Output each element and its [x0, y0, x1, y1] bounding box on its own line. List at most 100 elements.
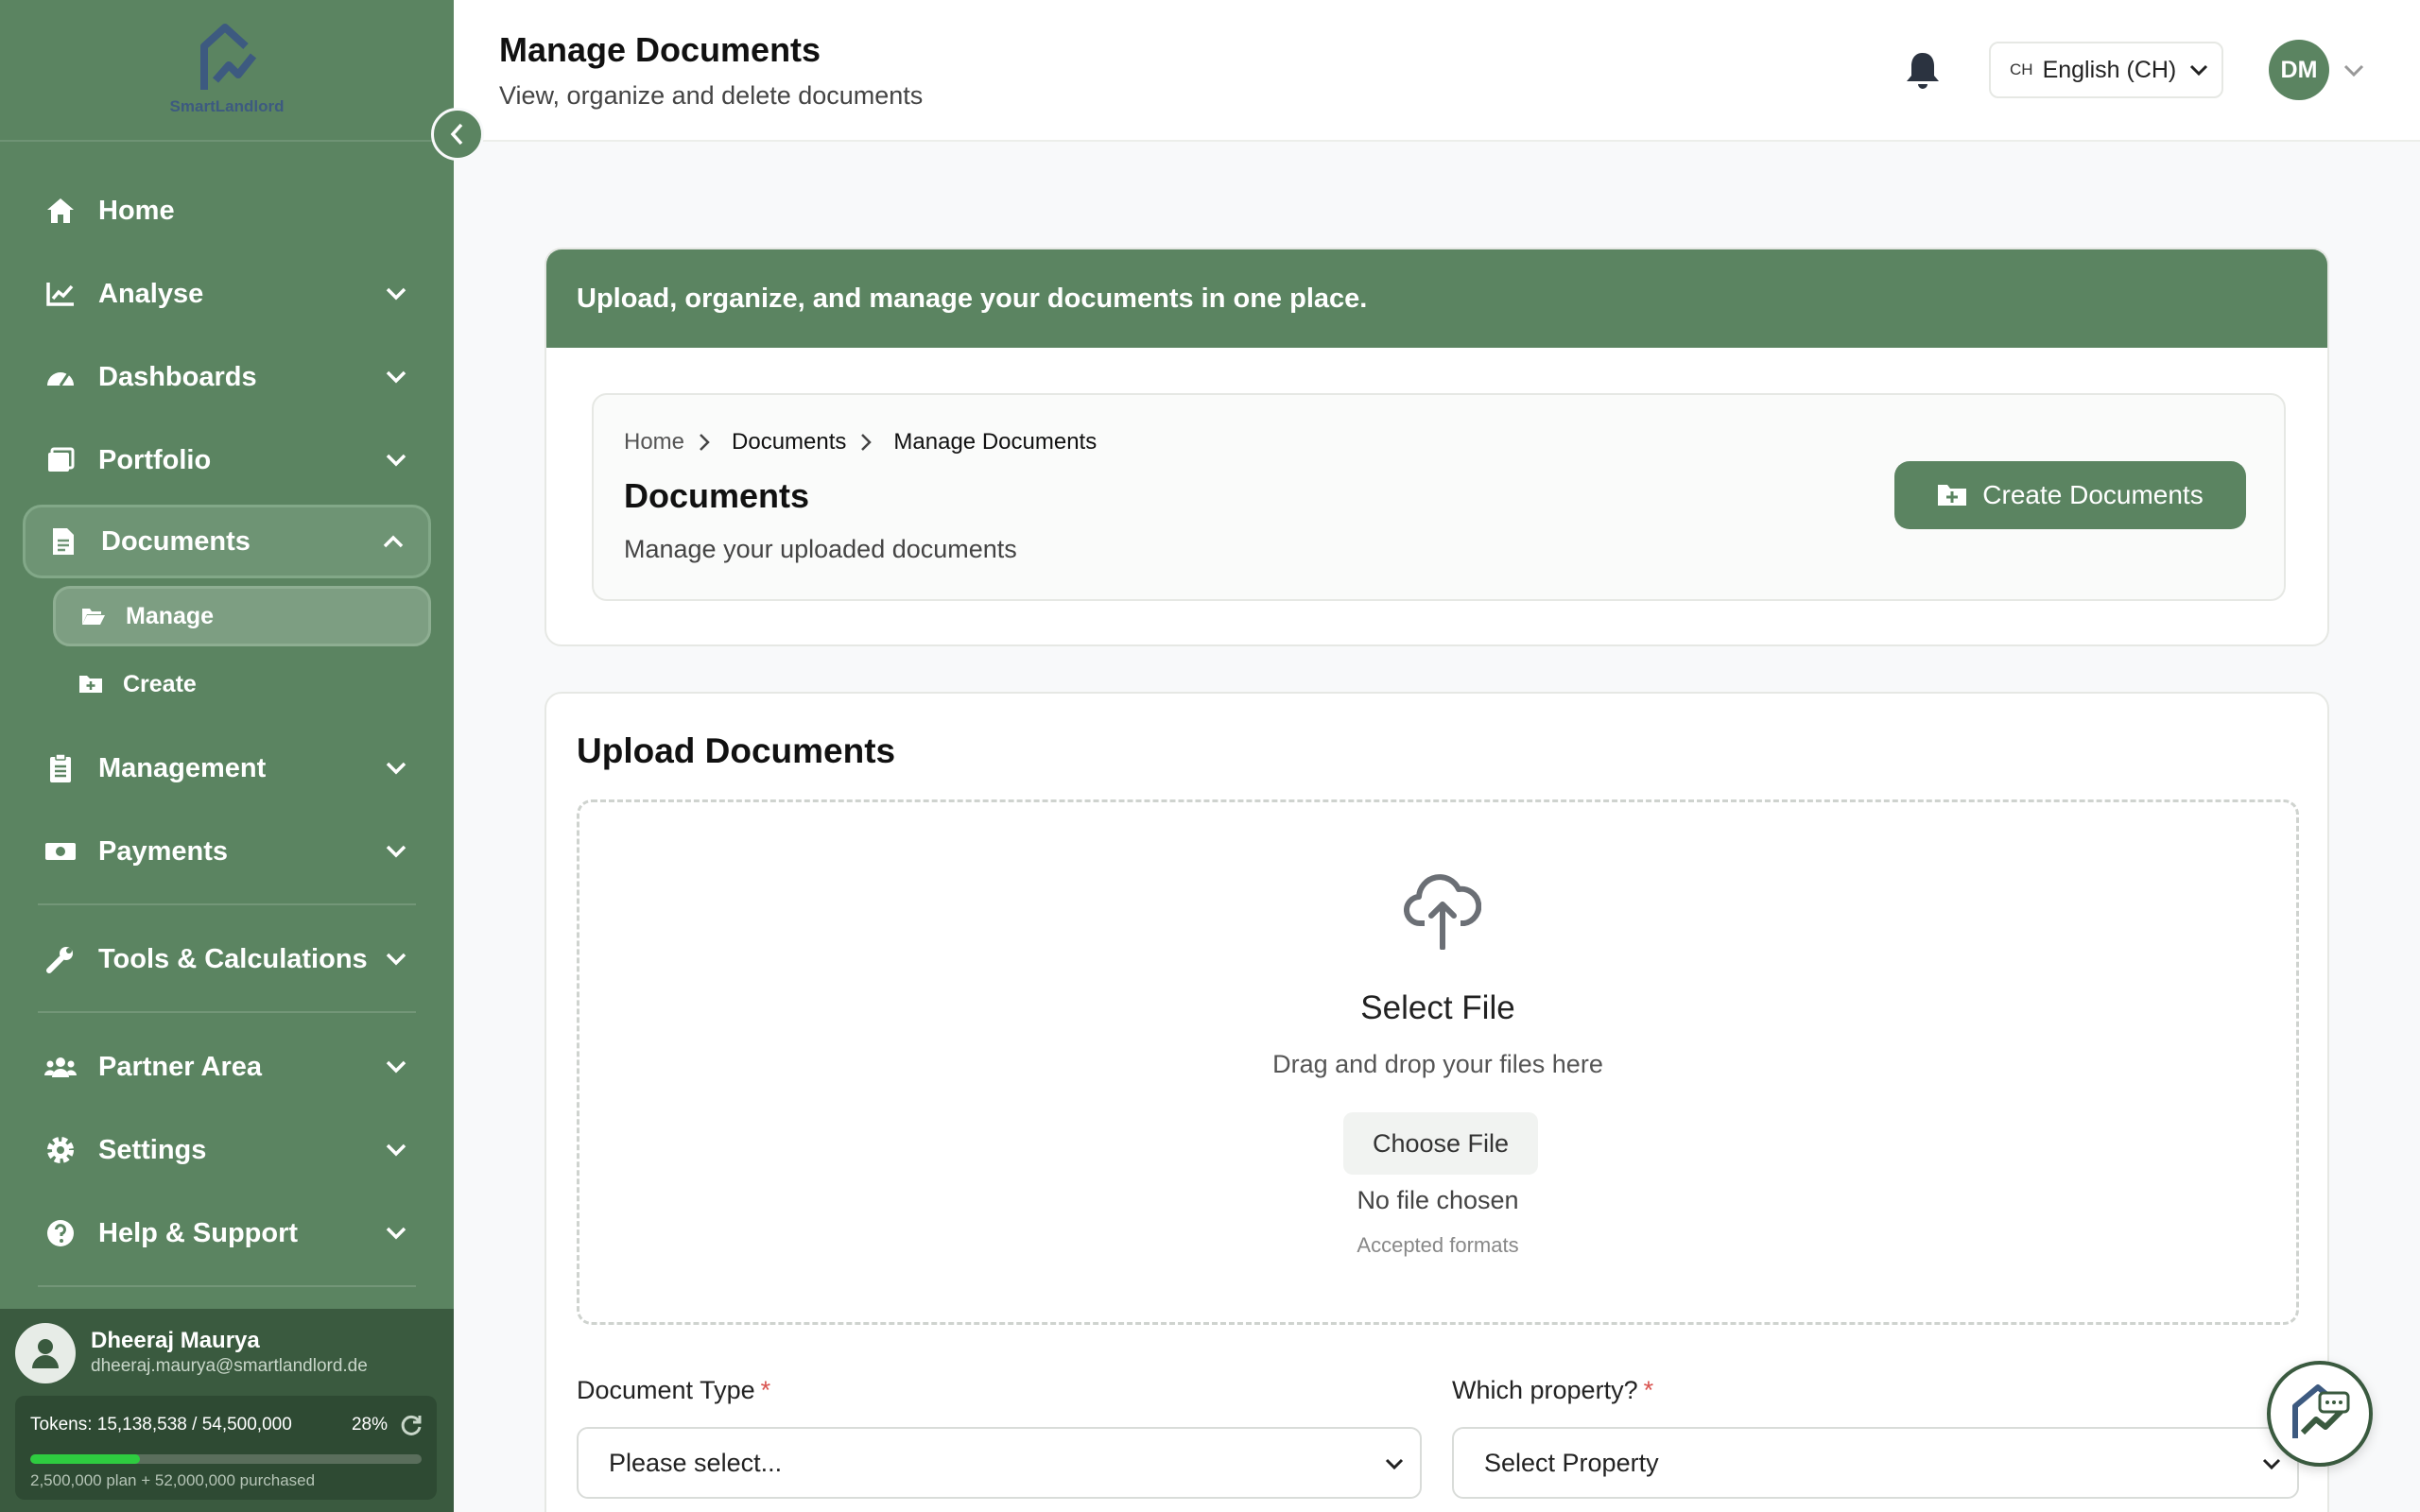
breadcrumb-documents[interactable]: Documents — [732, 429, 846, 455]
document-type-select[interactable]: Please select... — [577, 1427, 1422, 1499]
help-icon — [43, 1216, 78, 1250]
chevron-down-icon — [382, 446, 410, 474]
folder-plus-icon — [1937, 480, 1967, 510]
property-label: Which property? * — [1452, 1376, 1653, 1405]
sidebar-item-label: Help & Support — [98, 1217, 299, 1248]
upload-documents-card: Upload Documents Select File Drag and dr… — [544, 692, 2329, 1512]
logo[interactable]: SmartLandlord — [0, 0, 454, 142]
property-value: Select Property — [1484, 1448, 1659, 1477]
user-avatar[interactable]: DM — [2269, 40, 2329, 100]
create-documents-button[interactable]: Create Documents — [1894, 461, 2246, 529]
property-select[interactable]: Select Property — [1452, 1427, 2299, 1499]
sidebar-item-payments[interactable]: Payments — [23, 815, 431, 888]
token-count: Tokens: 15,138,538 / 54,500,000 — [30, 1415, 292, 1435]
chart-icon — [43, 277, 78, 311]
chevron-down-icon — [1385, 1458, 1404, 1470]
refresh-icon[interactable] — [399, 1413, 424, 1437]
home-icon — [43, 194, 78, 228]
user-email: dheeraj.maurya@smartlandlord.de — [91, 1356, 368, 1376]
sidebar-item-analyse[interactable]: Analyse — [23, 257, 431, 331]
sidebar-item-label: Tools & Calculations — [98, 943, 368, 974]
chevron-down-icon — [382, 1053, 410, 1081]
nav-divider — [38, 1011, 416, 1013]
chevron-down-icon — [382, 1219, 410, 1247]
sidebar-item-label: Home — [98, 195, 175, 226]
breadcrumb: Home Documents Manage Documents — [624, 429, 1097, 455]
sidebar-item-partner-area[interactable]: Partner Area — [23, 1030, 431, 1104]
choose-file-button[interactable]: Choose File — [1343, 1112, 1538, 1175]
token-progress-bar — [30, 1454, 422, 1464]
sidebar-item-management[interactable]: Management — [23, 731, 431, 805]
accepted-formats-link[interactable]: Accepted formats — [579, 1233, 2296, 1258]
sidebar-item-tools[interactable]: Tools & Calculations — [23, 922, 431, 996]
avatar[interactable] — [15, 1323, 76, 1383]
chevron-down-icon — [2189, 60, 2210, 80]
sidebar-item-portfolio[interactable]: Portfolio — [23, 423, 431, 497]
chevron-down-icon — [382, 837, 410, 866]
section-subtitle: Manage your uploaded documents — [624, 535, 1017, 563]
sidebar-item-label: Partner Area — [98, 1051, 263, 1082]
sidebar-item-label: Documents — [101, 525, 251, 557]
document-type-label-text: Document Type — [577, 1376, 755, 1404]
sidebar-subitem-create[interactable]: Create — [53, 654, 431, 714]
chevron-right-icon — [859, 432, 880, 453]
chevron-down-icon — [382, 1136, 410, 1164]
chevron-down-icon — [382, 945, 410, 973]
sidebar-item-documents[interactable]: Documents — [23, 505, 431, 578]
gear-icon — [43, 1133, 78, 1167]
sidebar-item-home[interactable]: Home — [23, 174, 431, 248]
sidebar-subitem-label: Create — [123, 670, 197, 697]
file-dropzone[interactable]: Select File Drag and drop your files her… — [577, 799, 2299, 1325]
sidebar-item-settings[interactable]: Settings — [23, 1113, 431, 1187]
page-subtitle: View, organize and delete documents — [499, 81, 924, 110]
breadcrumb-home[interactable]: Home — [624, 429, 684, 455]
wrench-icon — [43, 942, 78, 976]
bell-icon[interactable] — [1902, 49, 1944, 91]
upload-title: Upload Documents — [577, 731, 896, 770]
sidebar-subitem-label: Manage — [126, 602, 215, 629]
required-mark: * — [1643, 1376, 1654, 1404]
page-title: Manage Documents — [499, 30, 821, 69]
section-title: Documents — [624, 476, 810, 515]
sidebar-item-label: Analyse — [98, 278, 204, 309]
folder-plus-icon — [78, 671, 104, 697]
documents-header-card: Home Documents Manage Documents Document… — [592, 393, 2286, 601]
chevron-right-icon — [698, 432, 718, 453]
nav-divider — [38, 903, 416, 905]
money-icon — [43, 834, 78, 868]
token-breakdown: 2,500,000 plan + 52,000,000 purchased — [30, 1471, 316, 1489]
create-documents-label: Create Documents — [1982, 480, 2204, 509]
sidebar-item-help-support[interactable]: Help & Support — [23, 1196, 431, 1270]
chevron-up-icon — [379, 527, 407, 556]
chevron-down-icon — [382, 754, 410, 782]
document-icon — [46, 524, 80, 558]
documents-overview-card: Upload, organize, and manage your docume… — [544, 248, 2329, 646]
portfolio-icon — [43, 443, 78, 477]
breadcrumb-current: Manage Documents — [893, 429, 1098, 455]
file-status: No file chosen — [1357, 1186, 1519, 1214]
token-usage: Tokens: 15,138,538 / 54,500,000 28% 2,50… — [15, 1396, 437, 1500]
chat-assistant-button[interactable] — [2267, 1361, 2373, 1467]
document-type-value: Please select... — [609, 1448, 783, 1477]
nav-divider — [38, 1285, 416, 1287]
sidebar-item-label: Payments — [98, 835, 229, 867]
language-selector[interactable]: CH English (CH) — [1989, 42, 2223, 98]
user-panel: Dheeraj Maurya dheeraj.maurya@smartlandl… — [0, 1309, 454, 1512]
document-type-label: Document Type * — [577, 1376, 770, 1405]
sidebar-item-label: Settings — [98, 1134, 207, 1165]
chevron-left-icon — [450, 123, 463, 146]
chat-house-icon — [2292, 1384, 2350, 1438]
sidebar-collapse-button[interactable] — [431, 108, 484, 161]
language-label: English (CH) — [2042, 56, 2177, 83]
logo-text: SmartLandlord — [169, 97, 285, 115]
sidebar-item-dashboards[interactable]: Dashboards — [23, 340, 431, 414]
user-icon — [32, 1339, 59, 1368]
chevron-down-icon[interactable] — [2342, 59, 2365, 81]
user-name: Dheeraj Maurya — [91, 1328, 260, 1353]
sidebar-item-label: Dashboards — [98, 361, 257, 392]
folder-open-icon — [80, 603, 107, 629]
gauge-icon — [43, 360, 78, 394]
logo-icon — [200, 24, 257, 90]
sidebar-subitem-manage[interactable]: Manage — [53, 586, 431, 646]
required-mark: * — [760, 1376, 771, 1404]
